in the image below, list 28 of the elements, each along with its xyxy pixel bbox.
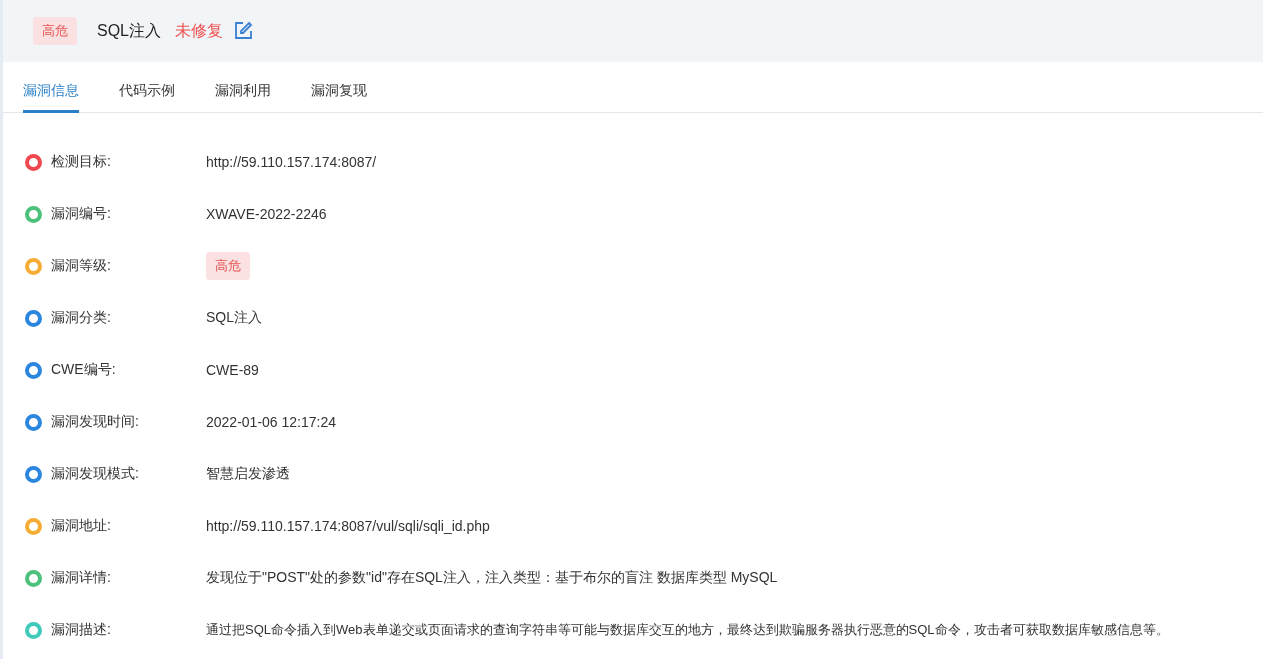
field-value: 智慧启发渗透 xyxy=(206,465,290,483)
field-label: 漏洞地址: xyxy=(51,517,112,535)
field-label: 漏洞描述: xyxy=(51,621,112,639)
field-value: http://59.110.157.174:8087/ xyxy=(206,154,377,170)
field-label: CWE编号: xyxy=(51,361,117,379)
field-label: 检测目标: xyxy=(51,153,112,171)
field-label: 漏洞等级: xyxy=(51,257,112,275)
severity-tag: 高危 xyxy=(206,252,250,280)
severity-tag: 高危 xyxy=(33,17,77,45)
field-label: 漏洞编号: xyxy=(51,205,112,223)
field-label: 漏洞详情: xyxy=(51,569,112,587)
field-label: 漏洞发现时间: xyxy=(51,413,140,431)
tab[interactable]: 漏洞利用 xyxy=(215,82,271,113)
vulnerability-title: SQL注入 xyxy=(97,20,161,41)
field-value: XWAVE-2022-2246 xyxy=(206,206,327,222)
edit-icon[interactable] xyxy=(233,21,253,41)
tab[interactable]: 代码示例 xyxy=(119,82,175,113)
field-value: 通过把SQL命令插入到Web表单递交或页面请求的查询字符串等可能与数据库交互的地方，最终达到欺骗服务器执行恶意的SQL命令，攻击者可获取数据库敏感信息等。 xyxy=(206,621,1169,639)
field-label: 漏洞发现模式: xyxy=(51,465,140,483)
field-value: SQL注入 xyxy=(206,309,262,327)
field-value: http://59.110.157.174:8087/vul/sqli/sqli_id.php xyxy=(206,518,490,534)
tab[interactable]: 漏洞复现 xyxy=(311,82,367,113)
tab[interactable]: 漏洞信息 xyxy=(23,82,79,113)
field-label: 漏洞分类: xyxy=(51,309,112,327)
status-text: 未修复 xyxy=(175,20,223,41)
field-value: 2022-01-06 12:17:24 xyxy=(206,414,336,430)
field-value: 发现位于"POST"处的参数"id"存在SQL注入，注入类型：基于布尔的盲注 数据库类型 MySQL xyxy=(206,569,778,587)
field-value: CWE-89 xyxy=(206,362,259,378)
